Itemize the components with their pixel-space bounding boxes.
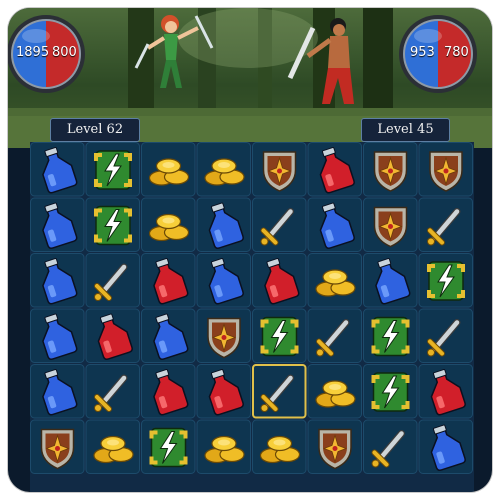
gem-cell[interactable] (85, 197, 140, 252)
gem-cell[interactable] (363, 419, 418, 474)
gem-cell[interactable] (418, 253, 473, 308)
gem-cell[interactable] (307, 364, 362, 419)
lightning-icon (94, 150, 132, 190)
gem-cell[interactable] (363, 308, 418, 363)
gem-cell[interactable] (196, 253, 251, 308)
gem-cell[interactable] (363, 364, 418, 419)
gem-cell[interactable] (307, 142, 362, 197)
gem-grid (30, 142, 474, 492)
gem-cell[interactable] (196, 142, 251, 197)
gem-cell[interactable] (141, 308, 196, 363)
player-level-label: Level 62 (50, 118, 140, 142)
gem-cell[interactable] (196, 419, 251, 474)
gem-cell[interactable] (141, 197, 196, 252)
gem-cell[interactable] (307, 308, 362, 363)
lightning-icon (371, 316, 410, 357)
gem-board (30, 142, 474, 492)
gem-cell[interactable] (418, 419, 473, 474)
gem-cell[interactable] (196, 197, 251, 252)
gem-cell[interactable] (418, 197, 473, 252)
gem-cell[interactable] (85, 142, 140, 197)
gem-cell[interactable] (252, 253, 307, 308)
gem-cell[interactable] (30, 419, 85, 474)
gem-cell[interactable] (141, 142, 196, 197)
enemy-mana-value: 780 (444, 45, 469, 60)
gem-cell[interactable] (141, 364, 196, 419)
gem-cell[interactable] (307, 197, 362, 252)
enemy-health-value: 953 (410, 45, 435, 60)
gem-cell[interactable] (30, 308, 85, 363)
gem-cell[interactable] (363, 253, 418, 308)
gem-cell[interactable] (418, 364, 473, 419)
gem-cell[interactable] (85, 419, 140, 474)
gem-cell[interactable] (196, 364, 251, 419)
gem-cell[interactable] (141, 419, 196, 474)
gem-cell[interactable] (252, 142, 307, 197)
gem-cell[interactable] (30, 364, 85, 419)
lightning-icon (94, 205, 132, 246)
gem-cell[interactable] (363, 142, 418, 197)
gem-cell[interactable] (252, 197, 307, 252)
gem-cell[interactable] (85, 308, 140, 363)
gem-cell[interactable] (85, 253, 140, 308)
lightning-icon (149, 427, 188, 468)
player-stats-orb: 1895 800 (8, 14, 86, 94)
player-mana-value: 800 (52, 45, 77, 60)
gem-cell[interactable] (252, 364, 307, 419)
game-frame: 1895 800 953 780 Level 62 Level 45 (8, 8, 492, 492)
gem-cell[interactable] (252, 419, 307, 474)
gem-cell[interactable] (418, 308, 473, 363)
gem-cell[interactable] (363, 197, 418, 252)
gem-cell[interactable] (307, 253, 362, 308)
gem-cell[interactable] (30, 197, 85, 252)
gem-cell[interactable] (252, 308, 307, 363)
lightning-icon (371, 372, 410, 412)
gem-cell[interactable] (307, 419, 362, 474)
gem-cell[interactable] (196, 308, 251, 363)
gem-cell[interactable] (30, 253, 85, 308)
lightning-icon (260, 316, 299, 357)
gem-cell[interactable] (30, 142, 85, 197)
player-health-value: 1895 (16, 45, 50, 60)
gem-cell[interactable] (418, 142, 473, 197)
enemy-level-label: Level 45 (361, 118, 450, 142)
gem-cell[interactable] (141, 253, 196, 308)
battle-arena: 1895 800 953 780 Level 62 Level 45 (8, 8, 492, 148)
enemy-stats-orb: 953 780 (398, 14, 478, 94)
lightning-icon (427, 261, 465, 301)
gem-cell[interactable] (85, 364, 140, 419)
